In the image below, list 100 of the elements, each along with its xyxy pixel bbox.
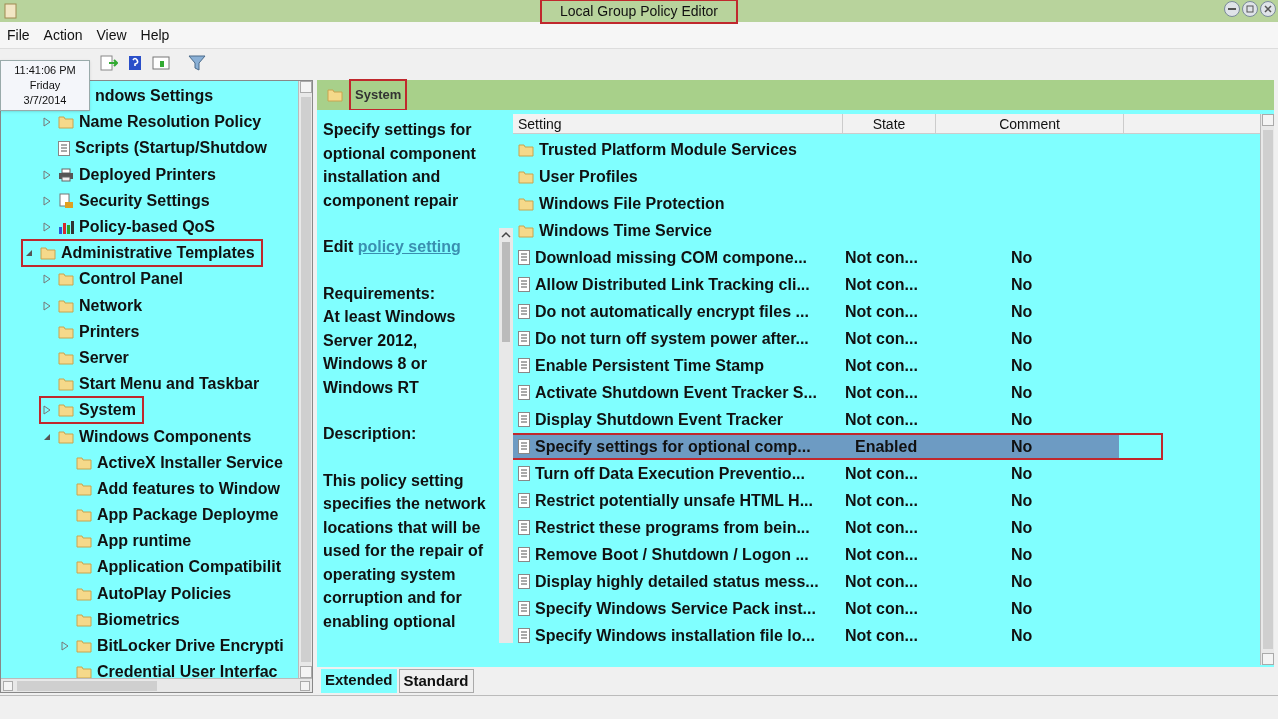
folder-icon — [58, 377, 74, 392]
policy-row[interactable]: Do not automatically encrypt files ... Not con... No — [513, 300, 1119, 323]
menu-item[interactable]: File — [7, 24, 30, 46]
tree-label: App Package Deployme — [97, 505, 279, 526]
document-icon — [518, 493, 530, 508]
column-header[interactable]: State — [843, 114, 936, 133]
setting-cell-text: User Profiles — [538, 166, 639, 187]
tree-item[interactable]: Server — [39, 343, 137, 372]
document-icon — [518, 574, 530, 589]
tree-item[interactable]: Network — [39, 291, 151, 320]
comment-cell-text: No — [1011, 490, 1033, 511]
document-icon — [518, 601, 530, 616]
panel-icon[interactable] — [152, 54, 170, 71]
export-list-icon[interactable] — [100, 54, 118, 71]
description-scrollbar[interactable] — [499, 228, 513, 643]
state-cell-text: Not con... — [844, 544, 919, 565]
policy-row[interactable]: Windows File Protection — [513, 192, 1119, 215]
restore-icon[interactable] — [1242, 1, 1258, 17]
tree-item[interactable]: Credential User Interfac — [57, 658, 286, 678]
tree-label: Start Menu and Taskbar — [79, 374, 260, 395]
tree-item[interactable]: BitLocker Drive Encrypti — [57, 632, 292, 661]
policy-row[interactable]: Allow Distributed Link Tracking cli... Not con... No — [513, 273, 1119, 296]
tree-item[interactable]: Start Menu and Taskbar — [39, 370, 268, 399]
tooltip-day: Friday — [29, 78, 61, 93]
policy-row[interactable]: Enable Persistent Time Stamp Not con... No — [513, 354, 1119, 377]
tree-item[interactable]: Scripts (Startup/Shutdow — [39, 134, 275, 163]
comment-cell-text: No — [1011, 409, 1033, 430]
filter-icon[interactable] — [188, 54, 206, 71]
policy-row[interactable]: Specify Windows installation file lo... Not con... No — [513, 624, 1119, 647]
expanded-arrow-icon[interactable] — [25, 249, 33, 258]
state-cell-text: Not con... — [844, 625, 919, 646]
vertical-scrollbar[interactable] — [298, 81, 312, 678]
policy-row[interactable]: Specify settings for optional comp... Enabled No — [513, 435, 1119, 458]
policy-title: Specify settings for optional component installation and component repair — [323, 120, 477, 211]
collapsed-arrow-icon[interactable] — [43, 300, 51, 311]
policy-row[interactable]: User Profiles — [513, 165, 1119, 188]
tree-label: AutoPlay Policies — [97, 583, 232, 604]
minimize-icon[interactable] — [1224, 1, 1240, 17]
folder-icon — [58, 324, 74, 339]
view-tab[interactable]: Standard — [398, 669, 474, 693]
tree-item[interactable]: Printers — [39, 317, 148, 346]
tree-item[interactable]: Name Resolution Policy — [39, 108, 270, 137]
tree-item[interactable]: App runtime — [57, 527, 200, 556]
menu-item[interactable]: Action — [43, 24, 83, 46]
tree-item[interactable]: Add features to Window — [57, 474, 288, 503]
policy-row[interactable]: Do not turn off system power after... Not con... No — [513, 327, 1119, 350]
folder-icon — [76, 455, 92, 470]
policy-row[interactable]: Windows Time Service — [513, 219, 1119, 242]
document-lock-icon — [58, 192, 74, 209]
tree-item[interactable]: Windows Components — [39, 422, 260, 451]
tree-item[interactable]: ActiveX Installer Service — [57, 448, 291, 477]
tree-item[interactable]: Deployed Printers — [39, 160, 224, 189]
policy-row[interactable]: Display highly detailed status mess... Not con... No — [513, 570, 1119, 593]
comment-cell-text: No — [1011, 328, 1033, 349]
horizontal-scrollbar[interactable] — [1, 678, 312, 692]
tree-item[interactable]: App Package Deployme — [57, 501, 287, 530]
menu-item[interactable]: View — [96, 24, 127, 46]
folder-icon — [518, 196, 534, 211]
tree-item[interactable]: Policy-based QoS — [39, 213, 224, 242]
policy-row[interactable]: Restrict potentially unsafe HTML H... Not con... No — [513, 489, 1119, 512]
collapsed-arrow-icon[interactable] — [43, 169, 51, 180]
policy-row[interactable]: Trusted Platform Module Services — [513, 138, 1119, 161]
collapsed-arrow-icon[interactable] — [43, 117, 51, 128]
vertical-scrollbar[interactable] — [1260, 114, 1274, 665]
description-text: This policy setting specifies the network locations that will be used for the repair of operating system corruption and for enabling optional — [323, 470, 487, 632]
policy-row[interactable]: Turn off Data Execution Preventio... Not con... No — [513, 462, 1119, 485]
column-header[interactable]: Comment — [936, 114, 1124, 133]
expanded-arrow-icon[interactable] — [43, 432, 51, 441]
tree-item[interactable]: AutoPlay Policies — [57, 579, 240, 608]
policy-row[interactable]: Remove Boot / Shutdown / Logon ... Not con... No — [513, 543, 1119, 566]
policy-row[interactable]: Download missing COM compone... Not con... No — [513, 246, 1119, 269]
tree-item[interactable]: Security Settings — [39, 186, 218, 215]
tree-item[interactable]: Administrative Templates — [21, 239, 263, 268]
menu-item[interactable]: Help — [140, 24, 170, 46]
requirements-label: Requirements: — [323, 283, 437, 304]
setting-cell-text: Restrict these programs from bein... — [534, 517, 811, 538]
scroll-up-icon[interactable] — [501, 231, 511, 239]
view-tab[interactable]: Extended — [321, 669, 397, 693]
collapsed-arrow-icon[interactable] — [61, 641, 69, 652]
tree-label: Application Compatibilit — [97, 557, 281, 578]
collapsed-arrow-icon[interactable] — [43, 405, 51, 416]
collapsed-arrow-icon[interactable] — [43, 222, 51, 233]
folder-icon — [518, 142, 534, 157]
scroll-thumb[interactable] — [502, 242, 510, 342]
policy-row[interactable]: Specify Windows Service Pack inst... Not con... No — [513, 597, 1119, 620]
close-icon[interactable] — [1260, 1, 1276, 17]
help-icon[interactable] — [128, 54, 142, 71]
document-icon — [518, 412, 530, 427]
tree-label: ActiveX Installer Service — [97, 452, 283, 473]
policy-row[interactable]: Restrict these programs from bein... Not con... No — [513, 516, 1119, 539]
policy-row[interactable]: Display Shutdown Event Tracker Not con... No — [513, 408, 1119, 431]
column-header[interactable]: Setting — [513, 114, 843, 133]
policy-row[interactable]: Activate Shutdown Event Tracker S... Not con... No — [513, 381, 1119, 404]
tree-item[interactable]: Application Compatibilit — [57, 553, 289, 582]
tree-item[interactable]: Control Panel — [39, 265, 191, 294]
collapsed-arrow-icon[interactable] — [43, 195, 51, 206]
folder-icon — [40, 246, 56, 261]
tree-item[interactable]: Biometrics — [57, 605, 188, 634]
collapsed-arrow-icon[interactable] — [43, 274, 51, 285]
tree-item[interactable]: System — [39, 396, 144, 425]
